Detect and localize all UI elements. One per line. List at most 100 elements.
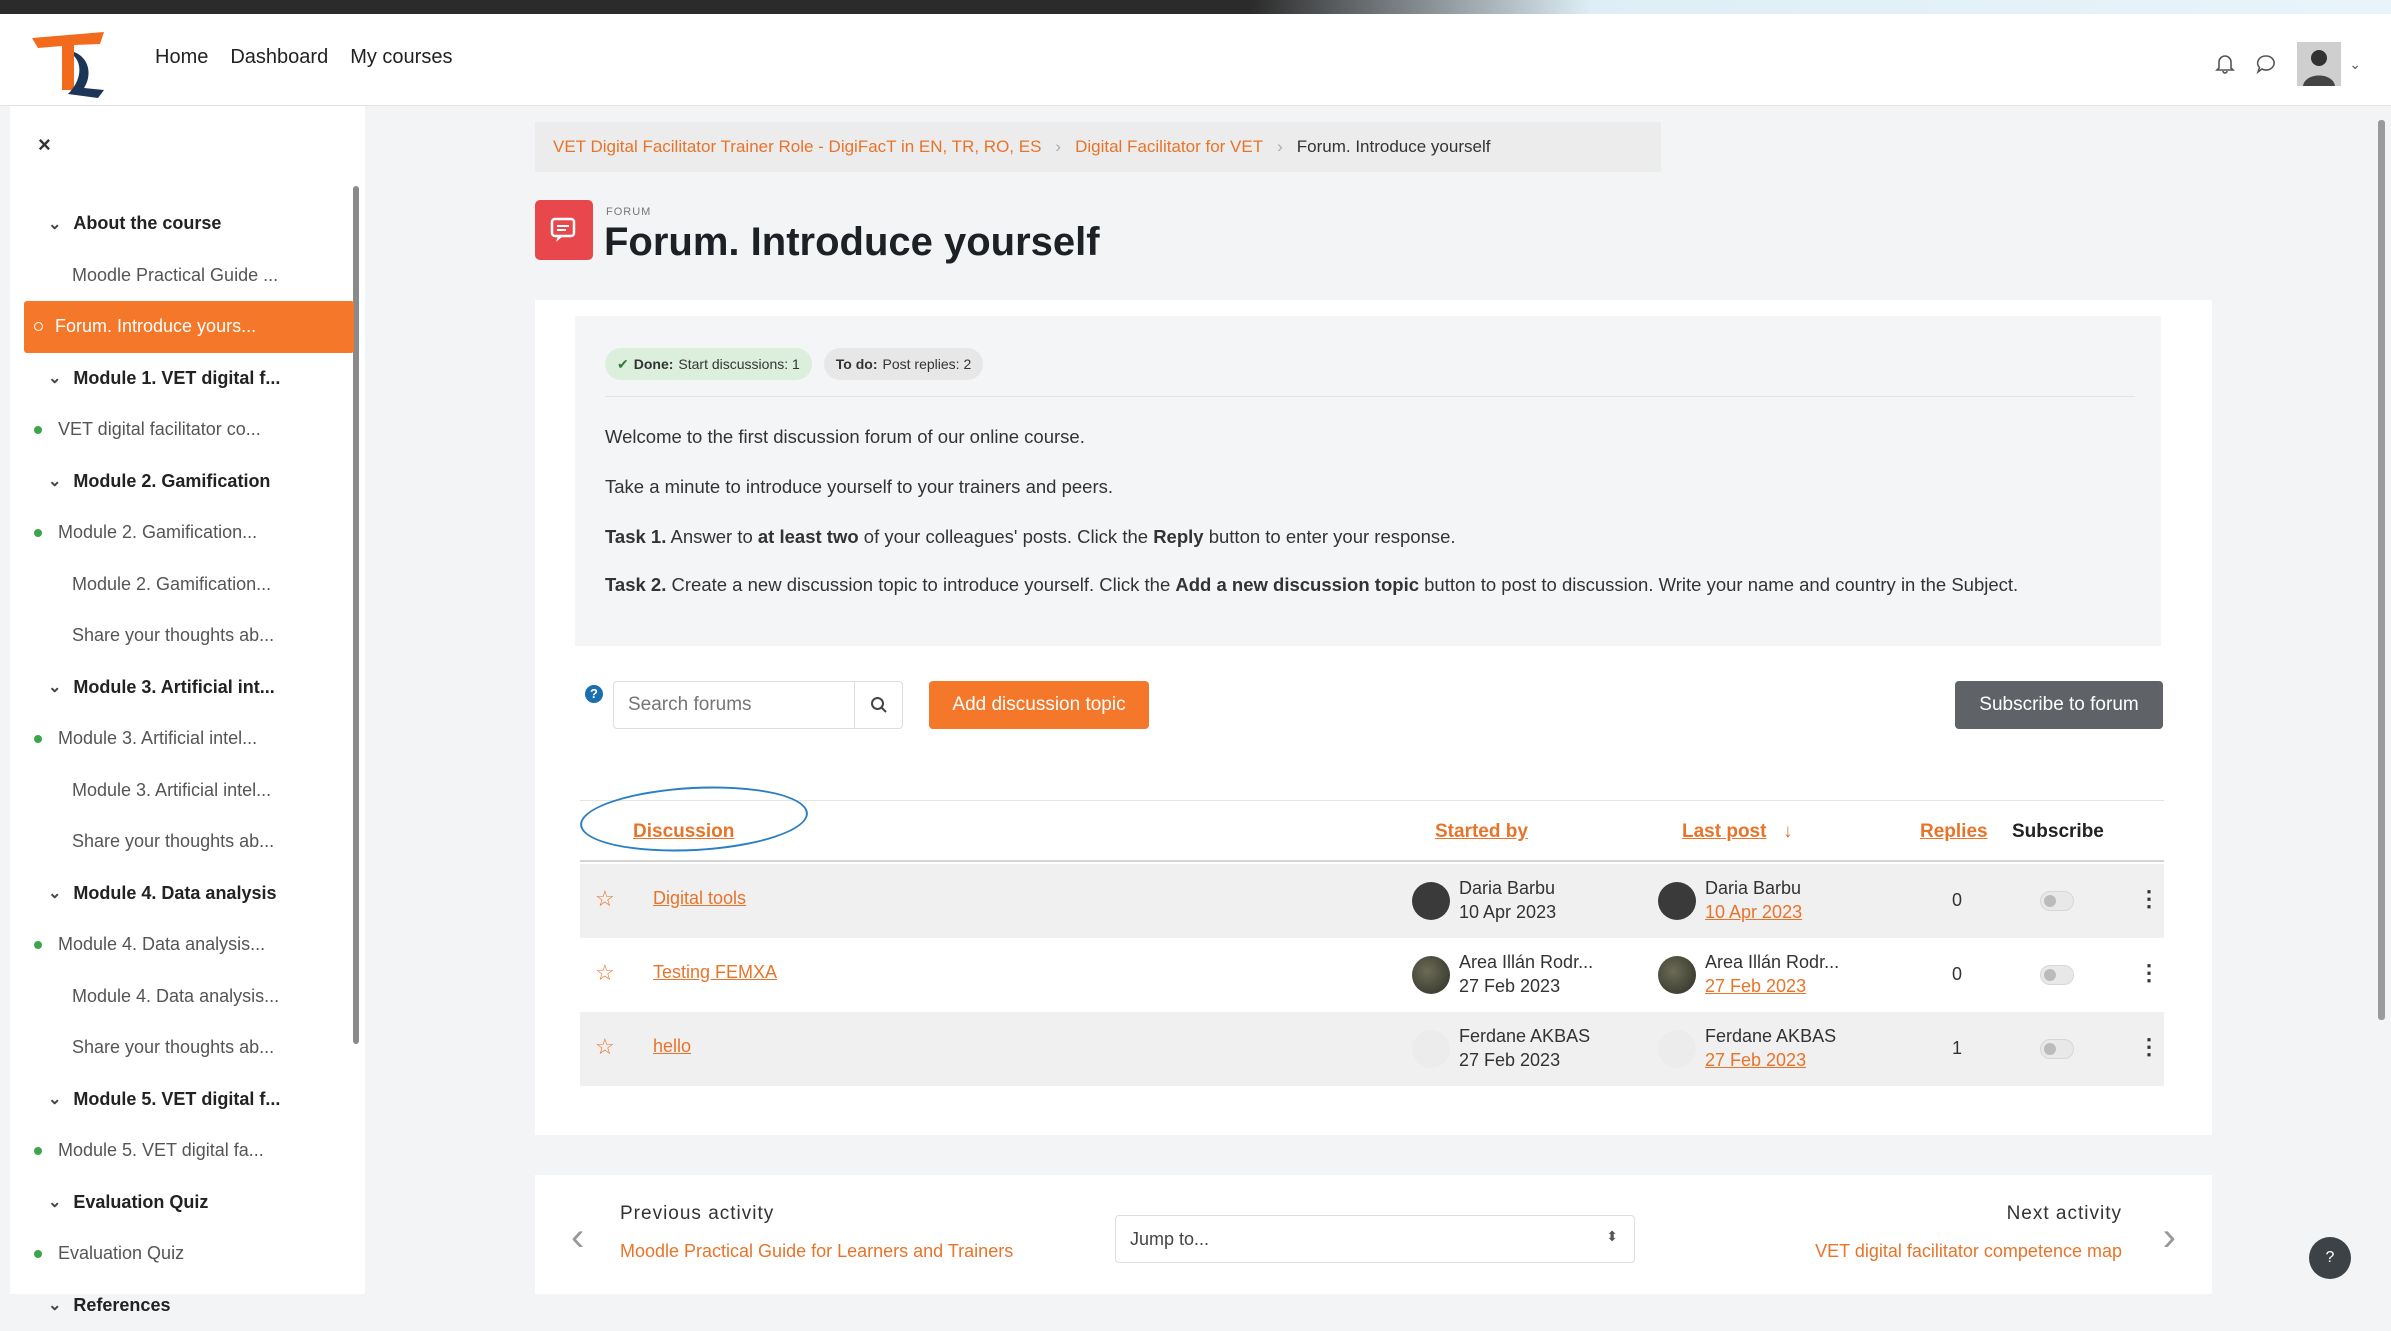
breadcrumb-separator-icon: › bbox=[1055, 137, 1061, 157]
discussion-title-link[interactable]: Testing FEMXA bbox=[653, 962, 777, 983]
course-activity-item[interactable]: Forum. Introduce yours... bbox=[24, 301, 354, 353]
course-section-item[interactable]: ⌄Module 1. VET digital f... bbox=[24, 353, 354, 405]
forum-icon bbox=[535, 200, 593, 260]
chevron-down-icon[interactable]: ⌄ bbox=[48, 1295, 61, 1315]
course-activity-item[interactable]: Share your thoughts ab... bbox=[24, 816, 354, 868]
course-section-item[interactable]: ⌄About the course bbox=[24, 198, 354, 250]
course-index-label: Share your thoughts ab... bbox=[72, 625, 274, 646]
starter-name[interactable]: Area Illán Rodr... bbox=[1459, 952, 1593, 973]
course-activity-item[interactable]: Module 2. Gamification... bbox=[24, 559, 354, 611]
start-date: 27 Feb 2023 bbox=[1459, 1050, 1560, 1071]
more-options-icon[interactable]: ⋮ bbox=[2138, 886, 2160, 912]
close-drawer-icon[interactable]: × bbox=[38, 132, 51, 158]
chevron-down-icon[interactable]: ⌄ bbox=[48, 368, 61, 388]
last-post-date-link[interactable]: 27 Feb 2023 bbox=[1705, 976, 1806, 997]
search-forums bbox=[613, 681, 903, 729]
course-activity-item[interactable]: Share your thoughts ab... bbox=[24, 610, 354, 662]
star-icon[interactable]: ☆ bbox=[595, 1034, 615, 1060]
completion-dot-icon bbox=[34, 941, 42, 949]
nav-home[interactable]: Home bbox=[155, 46, 208, 69]
chevron-down-icon[interactable]: ⌄ bbox=[48, 883, 61, 903]
chevron-right-icon[interactable]: › bbox=[2163, 1215, 2176, 1260]
completion-dot-icon bbox=[34, 1147, 42, 1155]
last-post-author[interactable]: Daria Barbu bbox=[1705, 878, 1801, 899]
check-icon: ✔ bbox=[617, 356, 629, 373]
course-activity-item[interactable]: Moodle Practical Guide ... bbox=[24, 250, 354, 302]
breadcrumb-section[interactable]: Digital Facilitator for VET bbox=[1075, 137, 1263, 157]
sort-started-by[interactable]: Started by bbox=[1435, 821, 1528, 843]
course-section-item[interactable]: ⌄Evaluation Quiz bbox=[24, 1177, 354, 1229]
course-index-label: Module 4. Data analysis... bbox=[58, 934, 265, 955]
more-options-icon[interactable]: ⋮ bbox=[2138, 960, 2160, 986]
last-post-author[interactable]: Area Illán Rodr... bbox=[1705, 952, 1839, 973]
help-button[interactable]: ? bbox=[2309, 1237, 2351, 1279]
chevron-down-icon[interactable]: ⌄ bbox=[48, 677, 61, 697]
site-logo[interactable] bbox=[28, 28, 108, 98]
course-section-item[interactable]: ⌄Module 5. VET digital f... bbox=[24, 1074, 354, 1126]
course-activity-item[interactable]: Module 5. VET digital fa... bbox=[24, 1125, 354, 1177]
previous-activity-link[interactable]: Moodle Practical Guide for Learners and … bbox=[620, 1241, 1013, 1262]
last-post-date-link[interactable]: 10 Apr 2023 bbox=[1705, 902, 1802, 923]
user-avatar-icon bbox=[2297, 42, 2341, 86]
chevron-down-icon[interactable]: ⌄ bbox=[48, 1192, 61, 1212]
course-activity-item[interactable]: Share your thoughts ab... bbox=[24, 1022, 354, 1074]
breadcrumb-current: Forum. Introduce yourself bbox=[1297, 137, 1491, 157]
course-index-label: Module 3. Artificial intel... bbox=[72, 780, 271, 801]
intro-paragraph: Take a minute to introduce yourself to y… bbox=[605, 472, 2135, 502]
nav-dashboard[interactable]: Dashboard bbox=[230, 46, 328, 69]
course-activity-item[interactable]: Module 4. Data analysis... bbox=[24, 919, 354, 971]
help-icon[interactable]: ? bbox=[585, 685, 603, 703]
course-activity-item[interactable]: Module 3. Artificial intel... bbox=[24, 713, 354, 765]
search-input[interactable] bbox=[614, 693, 854, 717]
user-avatar[interactable] bbox=[2297, 42, 2341, 86]
user-menu-caret-icon[interactable]: ⌄ bbox=[2349, 56, 2361, 73]
last-post-avatar bbox=[1658, 1030, 1696, 1068]
chat-icon[interactable] bbox=[2255, 53, 2277, 75]
course-section-item[interactable]: ⌄Module 3. Artificial int... bbox=[24, 662, 354, 714]
next-activity-link[interactable]: VET digital facilitator competence map bbox=[1815, 1241, 2122, 1262]
starter-avatar bbox=[1412, 956, 1450, 994]
course-activity-item[interactable]: Module 3. Artificial intel... bbox=[24, 765, 354, 817]
course-index-label: Module 2. Gamification... bbox=[58, 522, 257, 543]
more-options-icon[interactable]: ⋮ bbox=[2138, 1034, 2160, 1060]
discussion-title-link[interactable]: Digital tools bbox=[653, 888, 746, 909]
last-post-author[interactable]: Ferdane AKBAS bbox=[1705, 1026, 1836, 1047]
subscribe-toggle[interactable] bbox=[2040, 891, 2074, 911]
incomplete-circle-icon bbox=[34, 322, 43, 331]
starter-name[interactable]: Ferdane AKBAS bbox=[1459, 1026, 1590, 1047]
chevron-down-icon[interactable]: ⌄ bbox=[48, 214, 61, 234]
star-icon[interactable]: ☆ bbox=[595, 886, 615, 912]
subscribe-toggle[interactable] bbox=[2040, 1039, 2074, 1059]
course-section-item[interactable]: ⌄Module 2. Gamification bbox=[24, 456, 354, 508]
page-scrollbar[interactable] bbox=[2378, 120, 2385, 1020]
chevron-down-icon[interactable]: ⌄ bbox=[48, 471, 61, 491]
sort-replies[interactable]: Replies bbox=[1920, 821, 1988, 843]
search-button[interactable] bbox=[854, 682, 902, 728]
course-section-item[interactable]: ⌄Module 4. Data analysis bbox=[24, 868, 354, 920]
subscribe-toggle[interactable] bbox=[2040, 965, 2074, 985]
jump-to-select[interactable]: Jump to... ⬍ bbox=[1115, 1215, 1635, 1263]
nav-my-courses[interactable]: My courses bbox=[350, 46, 452, 69]
last-post-date-link[interactable]: 27 Feb 2023 bbox=[1705, 1050, 1806, 1071]
starter-name[interactable]: Daria Barbu bbox=[1459, 878, 1555, 899]
page-title: Forum. Introduce yourself bbox=[604, 220, 1100, 265]
next-activity-label: Next activity bbox=[2007, 1203, 2122, 1225]
discussion-row: ☆ hello Ferdane AKBAS 27 Feb 2023 Ferdane AK… bbox=[580, 1012, 2164, 1086]
chevron-down-icon[interactable]: ⌄ bbox=[48, 1089, 61, 1109]
chevron-left-icon[interactable]: ‹ bbox=[571, 1215, 584, 1260]
course-activity-item[interactable]: Module 2. Gamification... bbox=[24, 507, 354, 559]
course-section-item[interactable]: ⌄References bbox=[24, 1280, 354, 1331]
bell-icon[interactable] bbox=[2215, 53, 2235, 75]
add-discussion-topic-button[interactable]: Add discussion topic bbox=[929, 681, 1149, 729]
discussion-title-link[interactable]: hello bbox=[653, 1036, 691, 1057]
task-2-text: Task 2. Create a new discussion topic to… bbox=[605, 570, 2135, 600]
subscribe-to-forum-button[interactable]: Subscribe to forum bbox=[1955, 681, 2163, 729]
forum-intro: ✔ Done:Start discussions: 1 To do:Post r… bbox=[575, 316, 2161, 646]
course-activity-item[interactable]: Evaluation Quiz bbox=[24, 1228, 354, 1280]
breadcrumb-course[interactable]: VET Digital Facilitator Trainer Role - D… bbox=[553, 137, 1041, 157]
last-post-avatar bbox=[1658, 956, 1696, 994]
course-activity-item[interactable]: VET digital facilitator co... bbox=[24, 404, 354, 456]
sort-last-post[interactable]: Last post bbox=[1682, 821, 1766, 843]
star-icon[interactable]: ☆ bbox=[595, 960, 615, 986]
course-activity-item[interactable]: Module 4. Data analysis... bbox=[24, 971, 354, 1023]
